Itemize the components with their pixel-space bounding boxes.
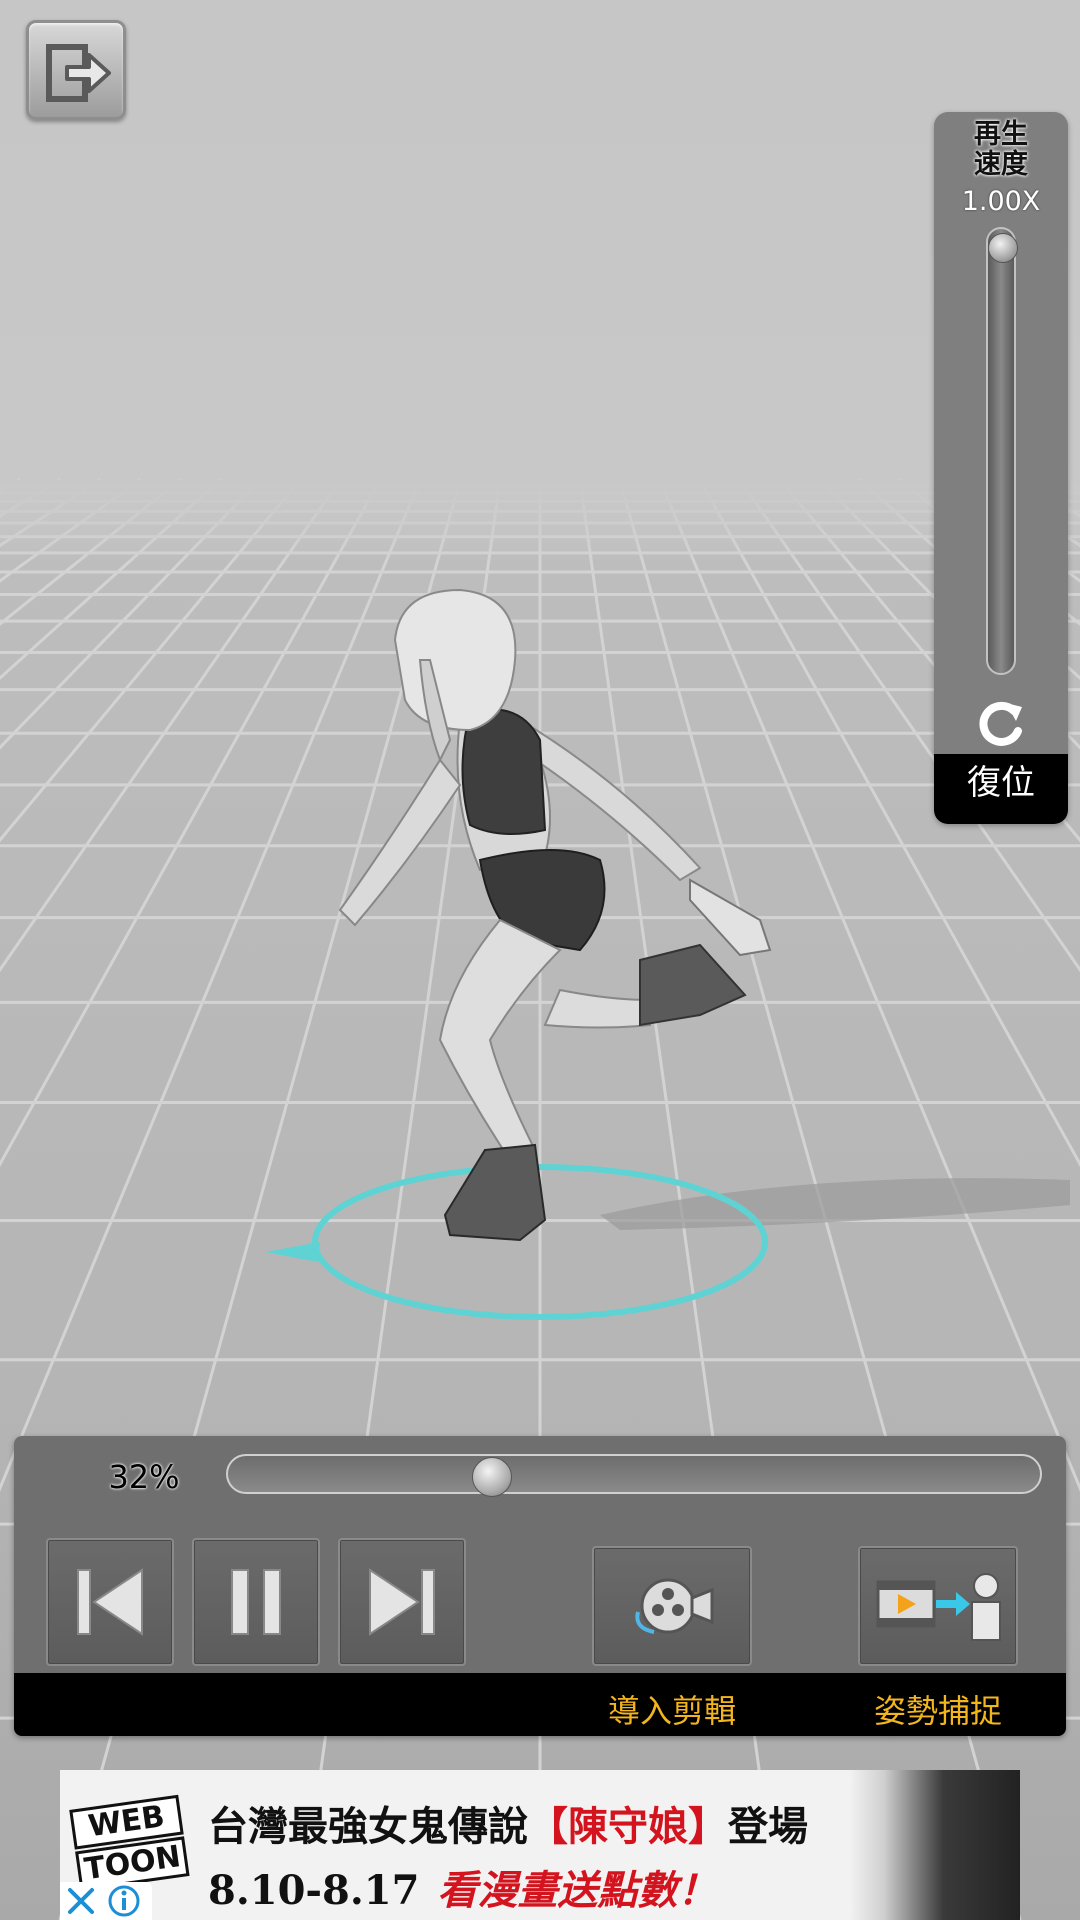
import-clip-button[interactable] bbox=[592, 1546, 752, 1666]
webtoon-logo: WEB TOON bbox=[69, 1793, 190, 1892]
ad-artwork bbox=[850, 1770, 1020, 1920]
close-icon[interactable] bbox=[68, 1888, 94, 1914]
pose-capture-button[interactable] bbox=[858, 1546, 1018, 1666]
reset-button[interactable]: 復位 bbox=[934, 754, 1068, 824]
skip-to-start-button[interactable] bbox=[46, 1538, 174, 1666]
figure-shadow bbox=[600, 1178, 1070, 1230]
playback-speed-panel: 再生 速度 1.00X 復位 bbox=[934, 112, 1068, 824]
film-to-person-icon bbox=[876, 1573, 1001, 1641]
direction-arrow-icon bbox=[265, 1242, 320, 1262]
refresh-icon[interactable] bbox=[974, 697, 1028, 751]
progress-slider-thumb[interactable] bbox=[471, 1457, 512, 1497]
speed-title: 再生 速度 bbox=[974, 119, 1028, 180]
exit-icon bbox=[46, 44, 111, 102]
import-clip-label: 導入剪輯 bbox=[607, 1692, 736, 1730]
speed-slider-thumb[interactable] bbox=[988, 233, 1018, 263]
skip-to-start-icon bbox=[77, 1568, 143, 1636]
skip-to-end-button[interactable] bbox=[338, 1538, 466, 1666]
pose-capture-label: 姿勢捕捉 bbox=[873, 1692, 1002, 1730]
film-reel-icon bbox=[635, 1578, 714, 1634]
playback-control-panel: 32% 導入剪輯 姿勢捕捉 bbox=[14, 1436, 1066, 1736]
info-icon[interactable] bbox=[108, 1885, 140, 1917]
progress-slider-track[interactable] bbox=[226, 1454, 1042, 1494]
speed-value: 1.00X bbox=[961, 186, 1041, 217]
pause-button[interactable] bbox=[192, 1538, 320, 1666]
ad-banner[interactable]: WEB TOON 台灣最強女鬼傳說【陳守娘】登場 8.10-8.17 看漫畫送點數… bbox=[60, 1770, 1020, 1920]
speed-slider-track[interactable] bbox=[986, 227, 1016, 675]
ad-headline: 台灣最強女鬼傳說【陳守娘】登場 bbox=[208, 1803, 808, 1850]
exit-button[interactable] bbox=[26, 20, 126, 120]
ad-subline: 8.10-8.17 看漫畫送點數！ bbox=[208, 1867, 718, 1914]
progress-percent: 32% bbox=[108, 1458, 180, 1496]
ad-controls bbox=[60, 1882, 152, 1920]
pause-icon bbox=[231, 1569, 281, 1635]
skip-to-end-icon bbox=[369, 1568, 435, 1636]
